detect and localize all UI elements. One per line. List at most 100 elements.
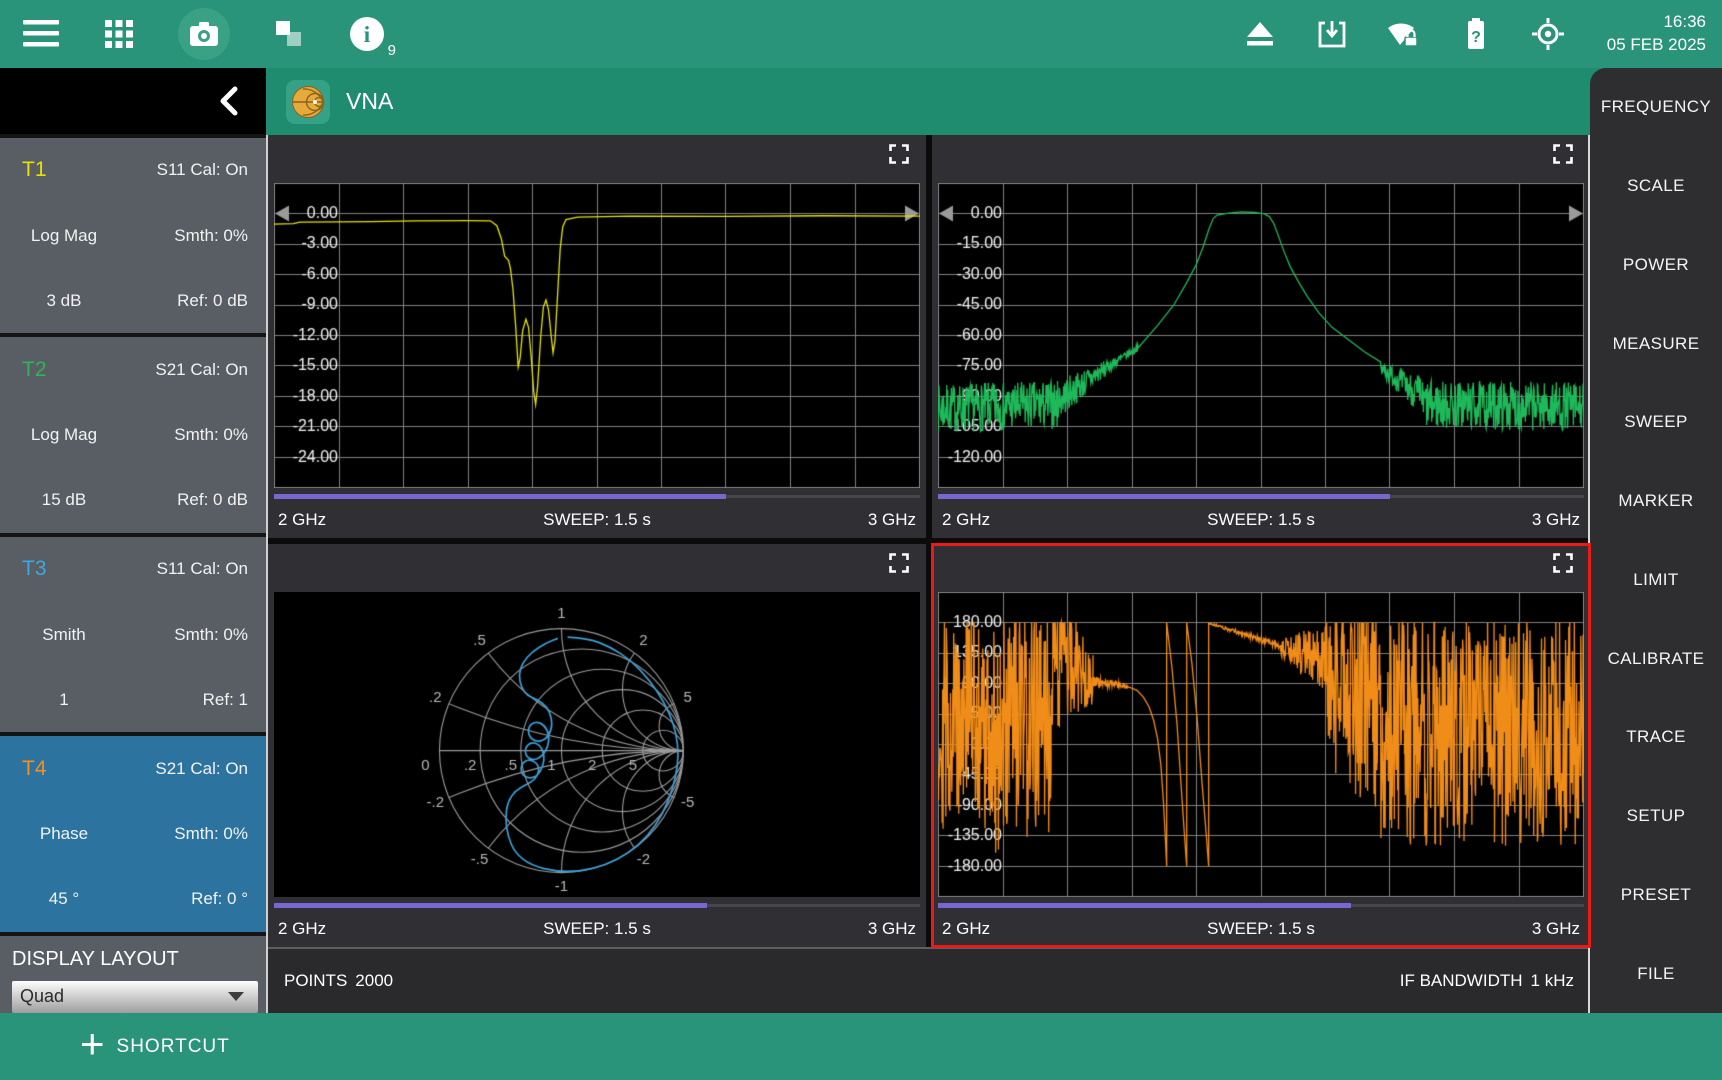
main-row: T1 S11 Cal: On Log Mag Smth: 0% 3 dB Ref… (0, 68, 1722, 1013)
trace-panel-t4[interactable]: T4 S21 Cal: On Phase Smth: 0% 45 ° Ref: … (0, 736, 266, 932)
t4-plot-area (938, 592, 1584, 897)
trace-smoothing: Smth: 0% (174, 226, 266, 246)
date-text: 05 FEB 2025 (1607, 34, 1706, 57)
menu-item-calibrate[interactable]: CALIBRATE (1590, 619, 1722, 698)
menu-item-frequency[interactable]: FREQUENCY (1590, 68, 1722, 147)
stop-frequency: 3 GHz (1532, 919, 1580, 939)
info-count: 9 (388, 42, 396, 59)
info-icon[interactable]: i 9 (348, 15, 386, 53)
trace-meas-cal: S11 Cal: On (157, 160, 266, 180)
t1-plot-footer: 2 GHz SWEEP: 1.5 s 3 GHz (278, 510, 916, 530)
sweep-progress-track (274, 904, 920, 907)
ifbw-value: 1 kHz (1531, 971, 1574, 991)
bottom-status-bar: POINTS 2000 IF BANDWIDTH 1 kHz (268, 947, 1590, 1013)
start-frequency: 2 GHz (278, 510, 326, 530)
center-body: 2 GHz SWEEP: 1.5 s 3 GHz 2 GHz (266, 135, 1590, 1013)
shortcut-label: SHORTCUT (117, 1036, 230, 1058)
t2-plot-area (938, 183, 1584, 488)
trace-scale: 15 dB (42, 490, 86, 510)
trace-id: T3 (0, 557, 128, 581)
overlap-windows-icon[interactable] (270, 15, 308, 53)
menu-item-trace[interactable]: TRACE (1590, 698, 1722, 777)
trace-smoothing: Smth: 0% (174, 425, 266, 445)
if-bandwidth-setting[interactable]: IF BANDWIDTH 1 kHz (1400, 971, 1574, 991)
collapse-chevron-icon[interactable] (218, 86, 240, 116)
app-title-bar: VNA (266, 68, 1590, 135)
top-status-bar: i 9 ? 16:36 05 FEB 2025 (0, 0, 1722, 68)
t1-plot-area (274, 183, 920, 488)
plot-cell-t3[interactable]: 2 GHz SWEEP: 1.5 s 3 GHz (268, 544, 926, 947)
plot-cell-t4[interactable]: 2 GHz SWEEP: 1.5 s 3 GHz (932, 544, 1590, 947)
stop-frequency: 3 GHz (868, 919, 916, 939)
sweep-progress-fill (274, 903, 707, 908)
expand-icon[interactable] (887, 551, 911, 575)
trace-panel-t3[interactable]: T3 S11 Cal: On Smith Smth: 0% 1 Ref: 1 (0, 537, 266, 733)
menu-item-limit[interactable]: LIMIT (1590, 541, 1722, 620)
trace-panel-t1[interactable]: T1 S11 Cal: On Log Mag Smth: 0% 3 dB Ref… (0, 138, 266, 334)
t2-plot-footer: 2 GHz SWEEP: 1.5 s 3 GHz (942, 510, 1580, 530)
trace-scale: 45 ° (49, 889, 79, 909)
points-setting[interactable]: POINTS 2000 (284, 971, 393, 991)
trace-sidebar: T1 S11 Cal: On Log Mag Smth: 0% 3 dB Ref… (0, 68, 266, 1013)
menu-item-measure[interactable]: MEASURE (1590, 304, 1722, 383)
trace-id: T4 (0, 757, 128, 781)
points-value: 2000 (355, 971, 393, 991)
menu-item-scale[interactable]: SCALE (1590, 147, 1722, 226)
ifbw-label: IF BANDWIDTH (1400, 971, 1523, 991)
menu-item-sweep[interactable]: SWEEP (1590, 383, 1722, 462)
chevron-down-icon (228, 992, 244, 1001)
sweep-time: SWEEP: 1.5 s (990, 510, 1532, 530)
svg-text:?: ? (1471, 29, 1481, 46)
start-frequency: 2 GHz (278, 919, 326, 939)
add-shortcut-button[interactable]: + SHORTCUT (80, 1035, 230, 1059)
expand-icon[interactable] (1551, 551, 1575, 575)
gps-icon[interactable] (1529, 15, 1567, 53)
plot-cell-t1[interactable]: 2 GHz SWEEP: 1.5 s 3 GHz (268, 135, 926, 538)
sidebar-header (0, 68, 266, 134)
t3-plot-area (274, 592, 920, 897)
right-menu-panel: FREQUENCY SCALE POWER MEASURE SWEEP MARK… (1590, 68, 1722, 1013)
vna-screen: i 9 ? 16:36 05 FEB 2025 (0, 0, 1722, 1080)
display-layout-label: DISPLAY LAYOUT (12, 948, 266, 971)
menu-icon[interactable] (22, 15, 60, 53)
t2-plot-canvas (938, 183, 1584, 488)
save-icon[interactable] (1313, 15, 1351, 53)
trace-id: T2 (0, 358, 128, 382)
sweep-progress-fill (938, 494, 1390, 499)
expand-icon[interactable] (1551, 142, 1575, 166)
display-layout-panel: DISPLAY LAYOUT Quad (0, 936, 266, 1013)
menu-item-setup[interactable]: SETUP (1590, 777, 1722, 856)
sweep-time: SWEEP: 1.5 s (326, 510, 868, 530)
expand-icon[interactable] (887, 142, 911, 166)
trace-format: Phase (40, 824, 88, 844)
menu-item-file[interactable]: FILE (1590, 934, 1722, 1013)
menu-item-marker[interactable]: MARKER (1590, 462, 1722, 541)
wifi-lock-icon[interactable] (1385, 15, 1423, 53)
stop-frequency: 3 GHz (868, 510, 916, 530)
screenshot-camera-icon[interactable] (178, 8, 230, 60)
vna-app-icon (286, 80, 330, 124)
trace-id: T1 (0, 158, 128, 182)
t1-plot-canvas (274, 183, 920, 488)
trace-format: Smith (42, 625, 85, 645)
trace-panel-t2[interactable]: T2 S21 Cal: On Log Mag Smth: 0% 15 dB Re… (0, 337, 266, 533)
right-menu: FREQUENCY SCALE POWER MEASURE SWEEP MARK… (1590, 68, 1722, 1013)
plot-cell-t2[interactable]: 2 GHz SWEEP: 1.5 s 3 GHz (932, 135, 1590, 538)
points-label: POINTS (284, 971, 347, 991)
sweep-time: SWEEP: 1.5 s (990, 919, 1532, 939)
stop-frequency: 3 GHz (1532, 510, 1580, 530)
plots-grid: 2 GHz SWEEP: 1.5 s 3 GHz 2 GHz (268, 135, 1590, 947)
menu-item-power[interactable]: POWER (1590, 226, 1722, 305)
display-layout-select[interactable]: Quad (12, 981, 258, 1013)
trace-meas-cal: S21 Cal: On (155, 759, 266, 779)
apps-grid-icon[interactable] (100, 15, 138, 53)
menu-item-preset[interactable]: PRESET (1590, 856, 1722, 935)
battery-icon[interactable]: ? (1457, 15, 1495, 53)
trace-scale: 1 (59, 690, 68, 710)
eject-icon[interactable] (1241, 15, 1279, 53)
t4-plot-canvas (938, 592, 1584, 897)
sweep-time: SWEEP: 1.5 s (326, 919, 868, 939)
center-column: VNA 2 GHz SWEEP: 1.5 s 3 GHz (266, 68, 1590, 1013)
trace-format: Log Mag (31, 425, 97, 445)
svg-text:i: i (364, 22, 371, 47)
